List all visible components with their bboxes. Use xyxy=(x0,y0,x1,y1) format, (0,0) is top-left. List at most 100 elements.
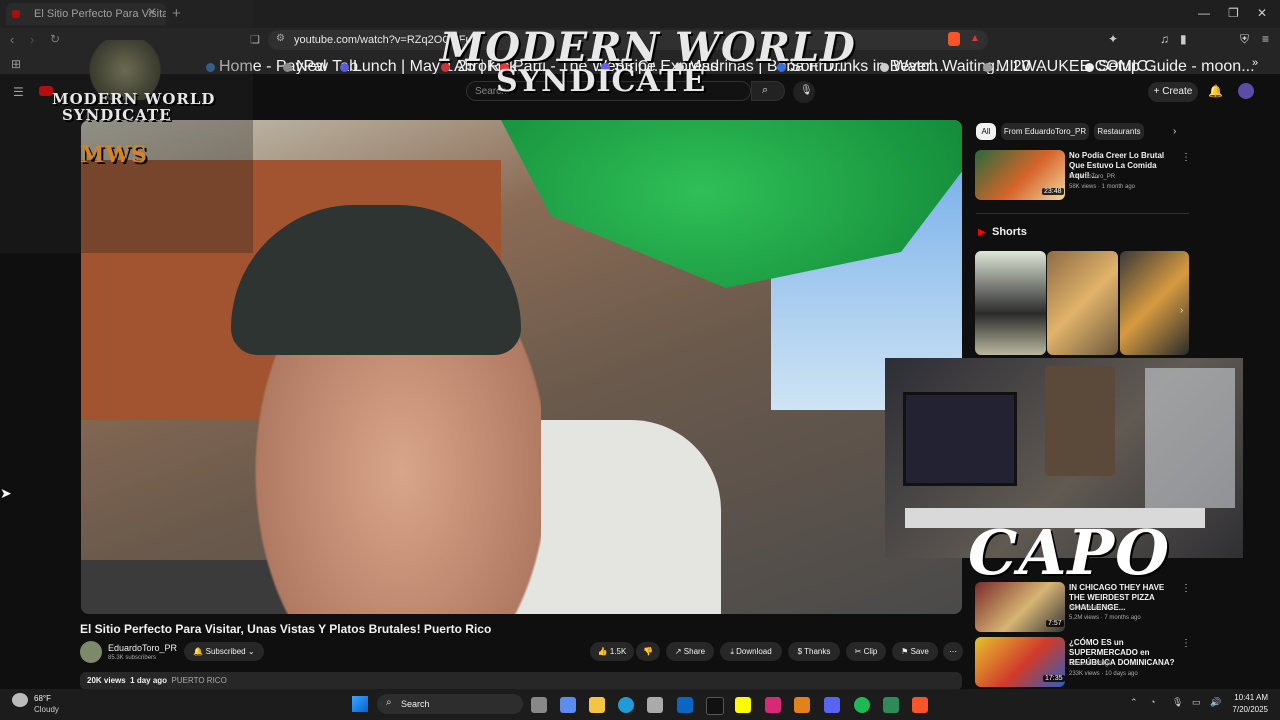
search-icon: ⌕ xyxy=(762,84,769,96)
search-icon: ⌕ xyxy=(386,697,392,708)
share-label: Share xyxy=(683,647,706,656)
microphone-tray-icon[interactable]: 🎙 xyxy=(1172,697,1183,708)
weather-temp[interactable]: 68°F xyxy=(34,694,51,703)
video-title: El Sitio Perfecto Para Visitar, Unas Vis… xyxy=(80,622,492,636)
recommended-channel[interactable]: Consumo Vlogs xyxy=(1069,660,1111,669)
taskbar-search-label: Search xyxy=(401,699,430,709)
chips-next-icon[interactable]: › xyxy=(1173,126,1176,137)
app-icon[interactable] xyxy=(794,697,810,713)
weather-icon xyxy=(12,693,28,707)
shorts-heading: Shorts xyxy=(992,226,1027,238)
app-icon[interactable] xyxy=(883,697,899,713)
more-options-icon[interactable]: ⋮ xyxy=(1181,583,1191,594)
short-thumbnail[interactable] xyxy=(1047,251,1118,355)
mouse-cursor-icon: ➤ xyxy=(0,485,12,501)
recommended-channel[interactable]: EduardoToro_PR xyxy=(1069,173,1115,182)
brave-icon[interactable] xyxy=(912,697,928,713)
create-button[interactable]: + Create xyxy=(1148,82,1198,102)
discord-icon[interactable] xyxy=(824,697,840,713)
overlay-capo: CAPO xyxy=(968,516,1171,589)
logo-overlay-panel xyxy=(0,0,253,253)
store-icon[interactable] xyxy=(647,697,663,713)
more-options-icon[interactable]: ⋮ xyxy=(1181,638,1191,649)
save-button[interactable]: ⚑ Save xyxy=(892,642,938,661)
divider xyxy=(976,213,1189,214)
menu-icon[interactable]: ≡ xyxy=(1262,32,1269,46)
chip-restaurants[interactable]: Restaurants xyxy=(1094,123,1144,140)
video-description-box[interactable]: 20K views 1 day ago PUERTO RICO xyxy=(80,672,962,690)
like-button[interactable]: 👍 1.5K xyxy=(590,642,634,661)
download-button[interactable]: ⤓ Download xyxy=(720,642,782,661)
bookmark-label: Setup Guide - moon... xyxy=(1098,58,1255,75)
recommended-meta: 233K views · 10 days ago xyxy=(1069,671,1138,677)
subscribed-label: Subscribed xyxy=(205,647,246,656)
recommended-meta: 58K views · 1 month ago xyxy=(1069,184,1136,190)
wifi-icon[interactable]: ◔ xyxy=(1150,697,1155,707)
short-thumbnail[interactable] xyxy=(1120,251,1189,355)
video-duration: 17:35 xyxy=(1043,675,1065,682)
more-bookmarks-icon[interactable]: » xyxy=(1252,57,1258,69)
channel-name[interactable]: EduardoToro_PR xyxy=(108,643,177,653)
more-options-icon[interactable]: ⋮ xyxy=(1181,152,1191,163)
subscriber-count: 85.3K subscribers xyxy=(108,655,157,661)
video-tag[interactable]: PUERTO RICO xyxy=(172,676,227,685)
shorts-icon: ▶ xyxy=(978,227,986,238)
clip-button[interactable]: ✂ Clip xyxy=(846,642,886,661)
restore-icon[interactable]: ❐ xyxy=(1228,6,1239,20)
recommended-meta: 5.2M views · 7 months ago xyxy=(1069,615,1141,621)
tray-chevron-icon[interactable]: ⌃ xyxy=(1130,697,1138,708)
share-button[interactable]: ↗ Share xyxy=(666,642,714,661)
sidebar-icon[interactable]: ▮ xyxy=(1180,32,1187,46)
brave-shields-icon[interactable] xyxy=(948,32,960,46)
task-view-icon[interactable] xyxy=(531,697,547,713)
watch-icon xyxy=(880,63,889,72)
outlook-icon[interactable] xyxy=(677,697,693,713)
minimize-icon[interactable]: — xyxy=(1198,6,1210,20)
instagram-icon[interactable] xyxy=(765,697,781,713)
taskbar-search[interactable]: Search xyxy=(377,694,523,714)
short-thumbnail[interactable] xyxy=(975,251,1046,355)
chip-from-channel[interactable]: From EduardoToro_PR xyxy=(1001,123,1089,140)
clip-label: Clip xyxy=(863,647,878,656)
recommended-channel[interactable]: BeardMeatsFood xyxy=(1069,604,1115,613)
thanks-button[interactable]: $ Thanks xyxy=(788,642,840,661)
microphone-icon: 🎙 xyxy=(800,85,813,96)
snapchat-icon[interactable] xyxy=(735,697,751,713)
chip-all[interactable]: All xyxy=(976,123,996,140)
display-icon[interactable]: ▭ xyxy=(1192,697,1201,708)
logo-mws: MWS xyxy=(80,142,148,168)
edge-icon[interactable] xyxy=(618,697,634,713)
view-count: 20K views xyxy=(87,676,126,685)
extensions-icon[interactable]: ✦ xyxy=(1108,32,1118,46)
tiktok-icon[interactable] xyxy=(706,697,724,715)
spotify-icon[interactable] xyxy=(854,697,870,713)
media-icon[interactable]: ♫ xyxy=(1160,32,1169,46)
copilot-icon[interactable] xyxy=(560,697,576,713)
file-explorer-icon[interactable] xyxy=(589,697,605,713)
clock-time[interactable]: 10:41 AM xyxy=(1228,693,1268,702)
video-duration: 7:57 xyxy=(1046,620,1064,627)
windows-start-icon[interactable] xyxy=(352,696,368,712)
video-duration: 23:48 xyxy=(1042,188,1064,195)
create-label: Create xyxy=(1162,86,1193,97)
volume-icon[interactable]: 🔊 xyxy=(1210,697,1221,708)
clock-date[interactable]: 7/20/2025 xyxy=(1224,705,1268,714)
shield-icon[interactable]: ⛨ xyxy=(1240,32,1249,47)
save-label: Save xyxy=(910,647,929,656)
dislike-button[interactable]: 👎 xyxy=(636,642,660,661)
rewards-icon[interactable]: ▲ xyxy=(970,33,980,44)
thanks-label: Thanks xyxy=(804,647,831,656)
weather-condition[interactable]: Cloudy xyxy=(34,705,59,714)
channel-avatar[interactable] xyxy=(80,641,102,663)
taskbar xyxy=(0,689,1280,720)
lunch-icon xyxy=(340,63,349,72)
more-actions-button[interactable]: ⋯ xyxy=(943,642,963,661)
notifications-bell-icon[interactable]: 🔔 xyxy=(1208,84,1223,98)
globe-icon xyxy=(283,63,292,72)
webcam-monitor xyxy=(903,392,1017,486)
window-close-icon[interactable]: ✕ xyxy=(1257,6,1267,20)
subscribed-button[interactable]: 🔔 Subscribed ⌄ xyxy=(184,642,264,661)
account-avatar[interactable] xyxy=(1238,83,1254,99)
shorts-next-icon[interactable]: › xyxy=(1180,305,1183,316)
site-info-icon[interactable]: ⚙ xyxy=(276,33,285,44)
